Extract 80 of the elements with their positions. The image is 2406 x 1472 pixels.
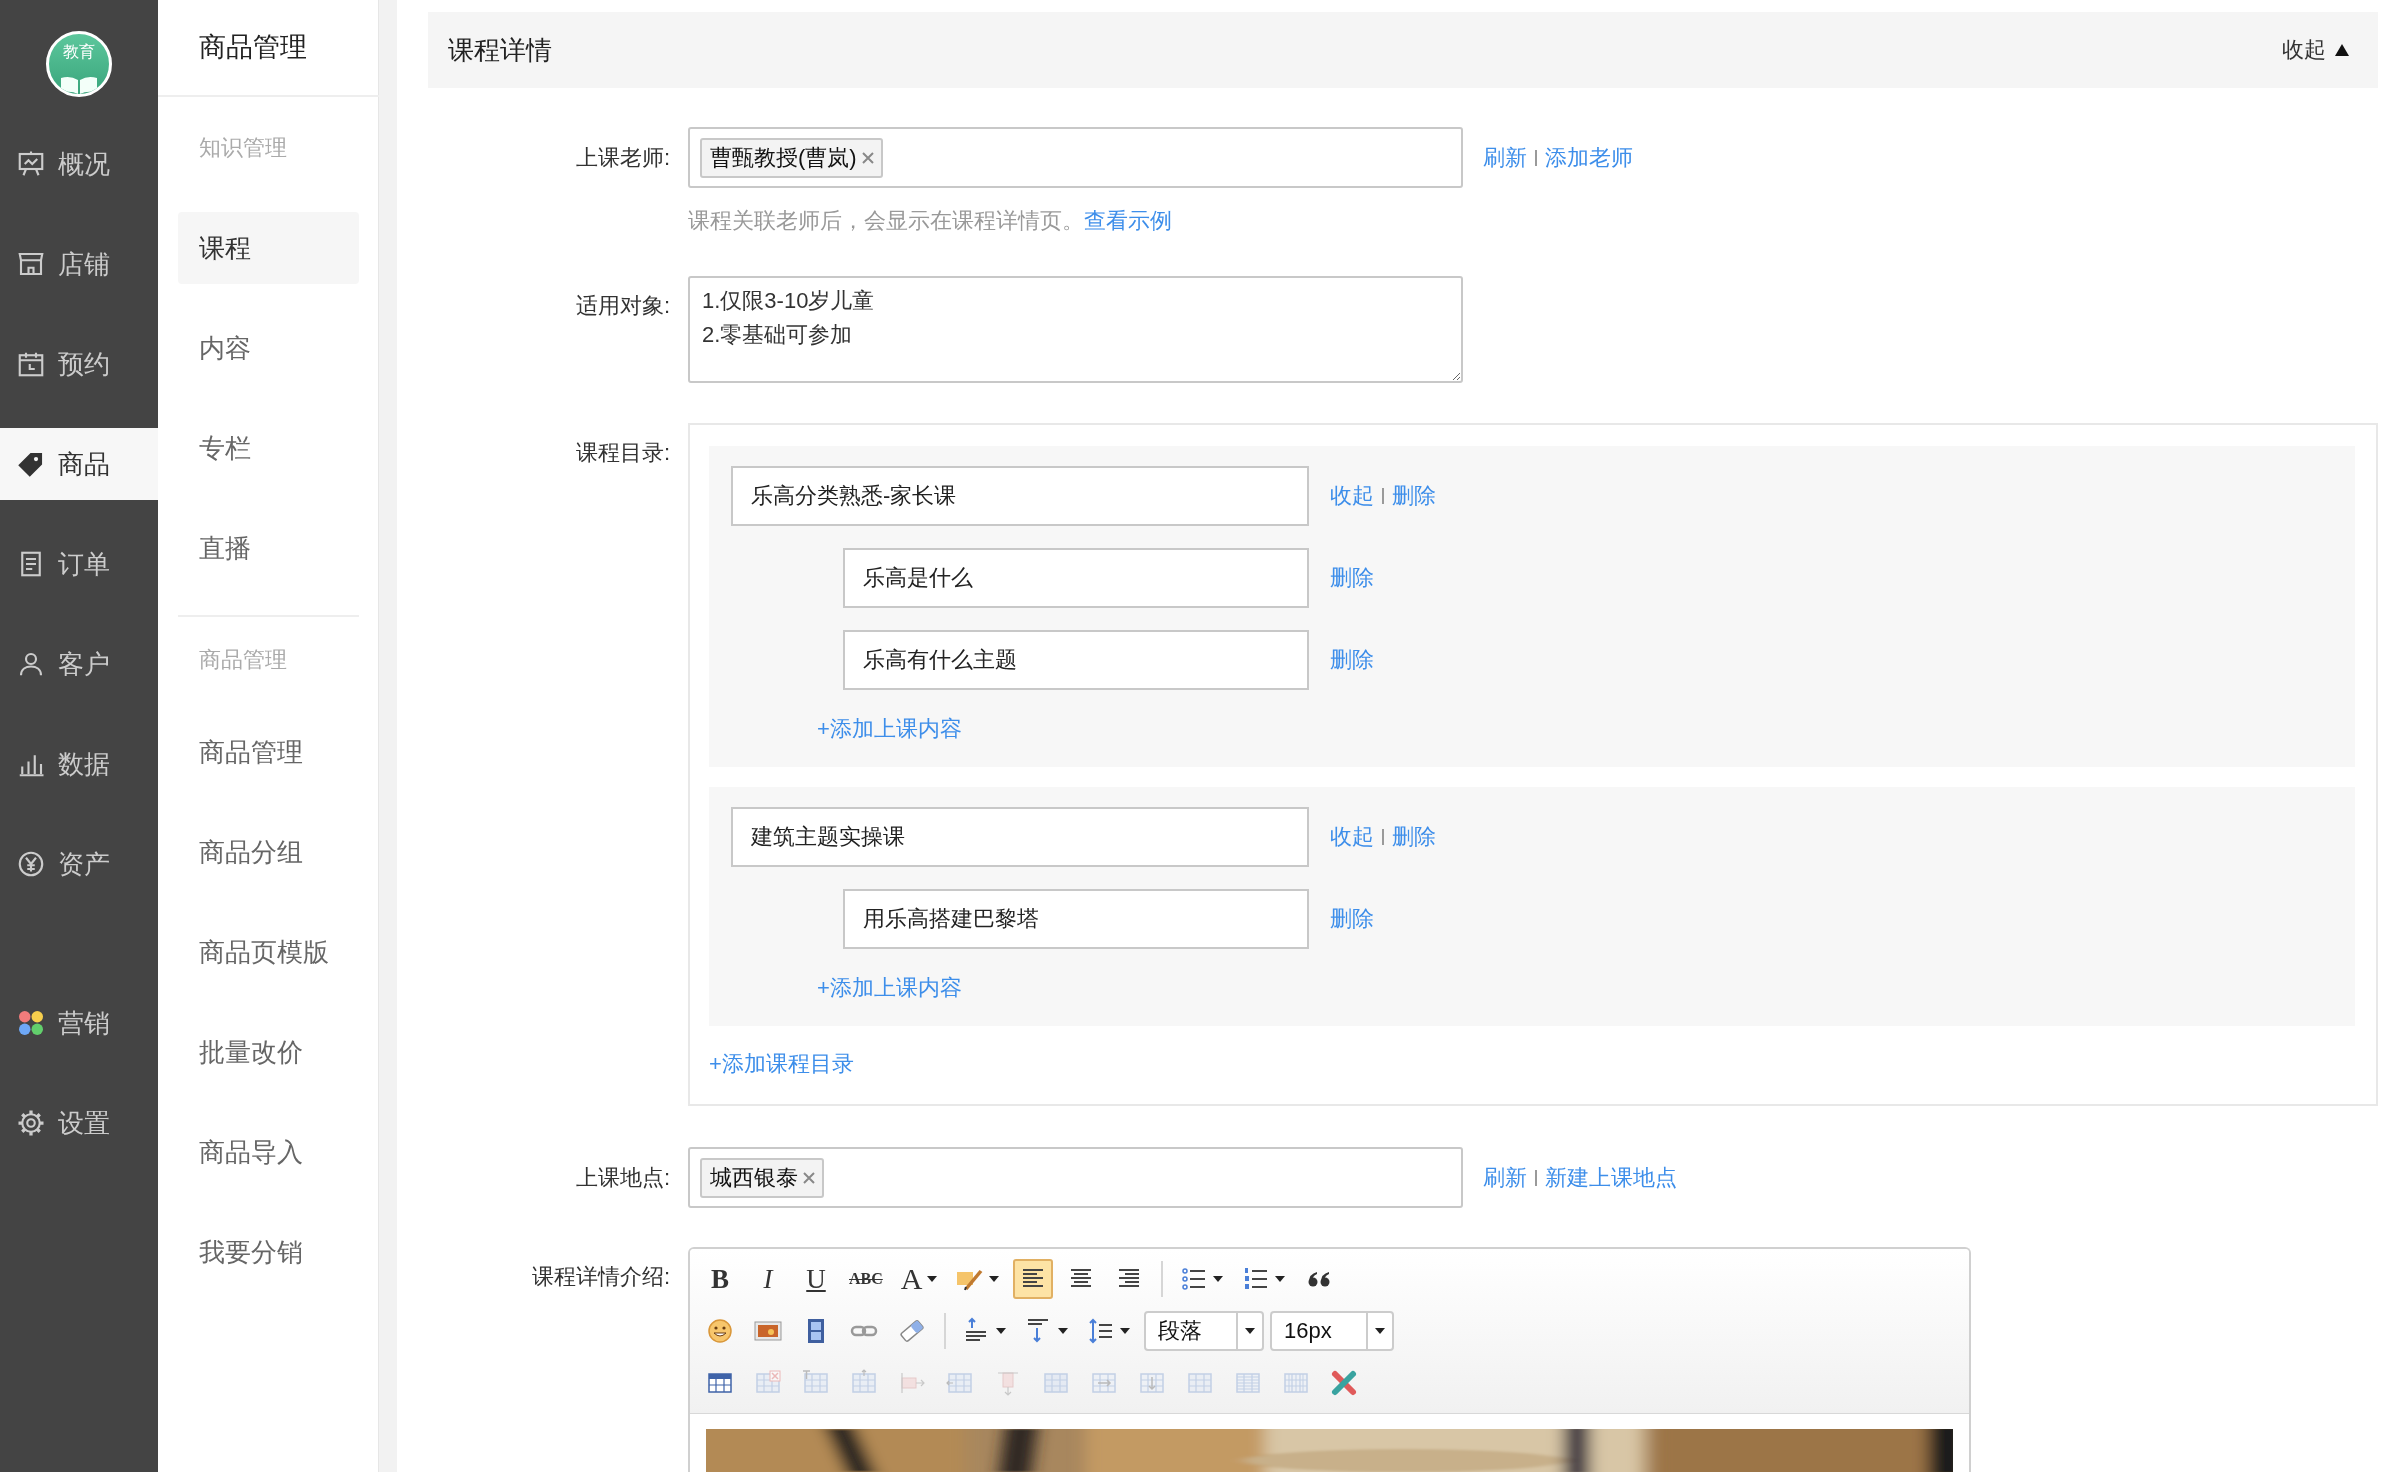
settings-icon <box>16 1108 46 1138</box>
add-lesson-link[interactable]: +添加上课内容 <box>731 714 2333 744</box>
nav-item[interactable]: 营销 <box>0 987 158 1059</box>
example-link[interactable]: 查看示例 <box>1084 208 1172 233</box>
section-title: 商品管理 <box>158 0 379 97</box>
add-chapter-link[interactable]: +添加课程目录 <box>709 1049 2355 1079</box>
field-label: 上课老师: <box>574 143 670 172</box>
field-label: 适用对象: <box>574 292 670 320</box>
caret-icon[interactable] <box>988 1275 1001 1283</box>
group-heading: 商品管理 <box>198 645 288 674</box>
nav-item[interactable]: 店铺 <box>0 228 158 300</box>
dropdown-select[interactable]: 16px <box>1270 1311 1394 1351</box>
caret-icon[interactable] <box>1274 1275 1287 1283</box>
menu-item[interactable]: 商品管理 <box>178 716 359 788</box>
text-link[interactable]: 刷新 <box>1483 142 1527 173</box>
text-link[interactable]: 删除 <box>1330 563 1374 593</box>
caret-icon[interactable] <box>1119 1327 1131 1335</box>
location-field[interactable]: 城西银泰 <box>688 1147 1463 1208</box>
nav-item[interactable]: 预约 <box>0 328 158 400</box>
lesson-title-field[interactable]: 用乐高搭建巴黎塔 <box>843 889 1309 949</box>
bold-button[interactable]: B <box>700 1259 740 1299</box>
caret-icon[interactable] <box>926 1275 939 1283</box>
remove-icon[interactable] <box>802 1170 816 1185</box>
panel-title: 课程详情 <box>448 33 552 67</box>
nav-item[interactable]: 设置 <box>0 1087 158 1159</box>
clover-icon <box>16 1008 46 1038</box>
field-label: 课程详情介绍: <box>530 1263 670 1291</box>
location-tag[interactable]: 城西银泰 <box>700 1157 824 1198</box>
caret-icon[interactable] <box>1057 1327 1069 1335</box>
text-link[interactable]: 删除 <box>1330 904 1374 934</box>
audience-field[interactable]: 1.仅限3-10岁儿童 2.零基础可参加 <box>688 276 1463 383</box>
align-left-button[interactable] <box>1013 1259 1054 1299</box>
menu-item[interactable]: 批量改价 <box>178 1016 359 1088</box>
nav-item[interactable]: 订单 <box>0 528 158 600</box>
caret-icon[interactable] <box>1373 1327 1386 1335</box>
dropdown-select[interactable]: 段落 <box>1144 1311 1264 1351</box>
chapter-title-field[interactable]: 建筑主题实操课 <box>731 807 1309 867</box>
lesson-title-field[interactable]: 乐高有什么主题 <box>843 630 1309 690</box>
logo: 教育 <box>46 31 112 97</box>
fontcolor-button[interactable]: A <box>895 1259 944 1299</box>
text-link[interactable]: 删除 <box>1392 822 1436 852</box>
teacher-field[interactable]: 曹甄教授(曹岚) <box>688 127 1463 188</box>
text-link[interactable]: 删除 <box>1330 645 1374 675</box>
italic-button[interactable]: I <box>748 1259 788 1299</box>
teacher-tag[interactable]: 曹甄教授(曹岚) <box>700 137 883 178</box>
strike-button[interactable]: ABC <box>844 1259 888 1299</box>
field-label: 上课地点: <box>574 1163 670 1192</box>
menu-item[interactable]: 商品页模版 <box>178 916 359 988</box>
text-link[interactable]: 收起 <box>1330 481 1374 511</box>
menu-item[interactable]: 商品导入 <box>178 1116 359 1188</box>
menu-item[interactable]: 内容 <box>178 312 359 384</box>
nav-item[interactable]: 数据 <box>0 728 158 800</box>
yen-icon <box>16 849 46 879</box>
menu-item[interactable]: 课程 <box>178 212 359 284</box>
group-heading: 知识管理 <box>198 133 288 162</box>
menu-item[interactable]: 我要分销 <box>178 1216 359 1288</box>
hint-text: 课程关联老师后，会显示在课程详情页。查看示例 <box>688 207 1173 235</box>
menu-item[interactable]: 专栏 <box>178 412 359 484</box>
caret-icon[interactable] <box>1212 1275 1225 1283</box>
lesson-title-field[interactable]: 乐高是什么 <box>843 548 1309 608</box>
menu-item[interactable]: 直播 <box>178 512 359 584</box>
remove-icon[interactable] <box>860 150 875 165</box>
presentation-board-icon <box>16 149 46 179</box>
text-link[interactable]: 添加老师 <box>1545 142 1633 173</box>
menu-item[interactable]: 商品分组 <box>178 816 359 888</box>
caret-icon[interactable] <box>995 1327 1007 1335</box>
text-link[interactable]: 新建上课地点 <box>1545 1162 1677 1193</box>
text-link[interactable]: 刷新 <box>1483 1162 1527 1193</box>
field-label: 课程目录: <box>574 439 670 467</box>
nav-item[interactable]: 资产 <box>0 828 158 900</box>
chapter-title-field[interactable]: 乐高分类熟悉-家长课 <box>731 466 1309 526</box>
text-link[interactable]: 删除 <box>1392 481 1436 511</box>
nav-item[interactable]: 概况 <box>0 128 158 200</box>
collapse-toggle[interactable]: 收起 <box>2282 35 2350 65</box>
nav-item[interactable]: 客户 <box>0 628 158 700</box>
caret-icon[interactable] <box>1244 1327 1256 1335</box>
nav-item[interactable]: 商品 <box>0 428 158 500</box>
text-link[interactable]: 收起 <box>1330 822 1374 852</box>
add-lesson-link[interactable]: +添加上课内容 <box>731 973 2333 1003</box>
underline-button[interactable]: U <box>796 1259 836 1299</box>
